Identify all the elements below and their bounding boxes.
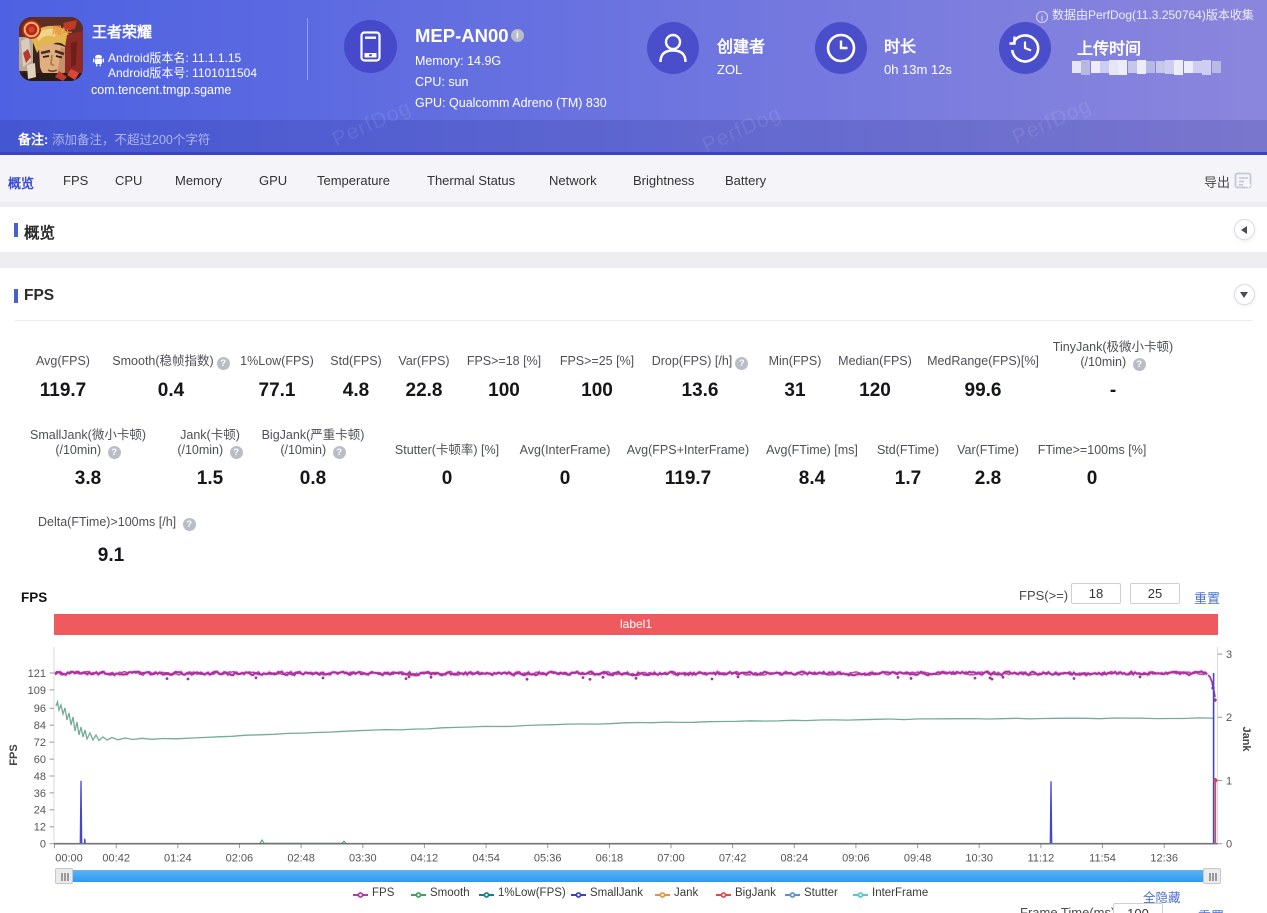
svg-text:60: 60 bbox=[34, 754, 46, 766]
svg-text:121: 121 bbox=[28, 668, 46, 680]
svg-text:08:24: 08:24 bbox=[781, 853, 809, 865]
svg-text:02:06: 02:06 bbox=[226, 853, 254, 865]
svg-text:01:24: 01:24 bbox=[164, 853, 192, 865]
svg-text:06:18: 06:18 bbox=[596, 853, 624, 865]
svg-text:00:00: 00:00 bbox=[55, 853, 83, 865]
svg-text:109: 109 bbox=[28, 685, 46, 697]
svg-text:FPS: FPS bbox=[8, 744, 20, 765]
svg-text:10:30: 10:30 bbox=[965, 853, 993, 865]
svg-text:3: 3 bbox=[1226, 649, 1232, 661]
svg-text:84: 84 bbox=[34, 720, 46, 732]
svg-text:11:54: 11:54 bbox=[1089, 853, 1116, 865]
svg-text:09:48: 09:48 bbox=[904, 853, 932, 865]
svg-text:2: 2 bbox=[1226, 712, 1232, 724]
svg-text:02:48: 02:48 bbox=[287, 853, 315, 865]
svg-text:72: 72 bbox=[34, 737, 46, 749]
svg-text:Jank: Jank bbox=[1240, 726, 1252, 752]
svg-text:1: 1 bbox=[1226, 775, 1232, 787]
svg-text:48: 48 bbox=[34, 771, 46, 783]
svg-text:04:54: 04:54 bbox=[472, 853, 500, 865]
svg-text:04:12: 04:12 bbox=[411, 853, 439, 865]
svg-text:12: 12 bbox=[34, 822, 46, 834]
svg-text:36: 36 bbox=[34, 788, 46, 800]
svg-text:09:06: 09:06 bbox=[842, 853, 870, 865]
svg-text:0: 0 bbox=[1226, 839, 1232, 851]
svg-text:0: 0 bbox=[40, 839, 46, 851]
svg-text:00:42: 00:42 bbox=[102, 853, 130, 865]
svg-text:07:00: 07:00 bbox=[657, 853, 685, 865]
svg-text:12:36: 12:36 bbox=[1150, 853, 1178, 865]
svg-text:03:30: 03:30 bbox=[349, 853, 377, 865]
svg-text:07:42: 07:42 bbox=[719, 853, 747, 865]
svg-text:96: 96 bbox=[34, 703, 46, 715]
svg-text:11:12: 11:12 bbox=[1028, 853, 1055, 865]
svg-text:05:36: 05:36 bbox=[534, 853, 562, 865]
svg-text:24: 24 bbox=[34, 805, 46, 817]
